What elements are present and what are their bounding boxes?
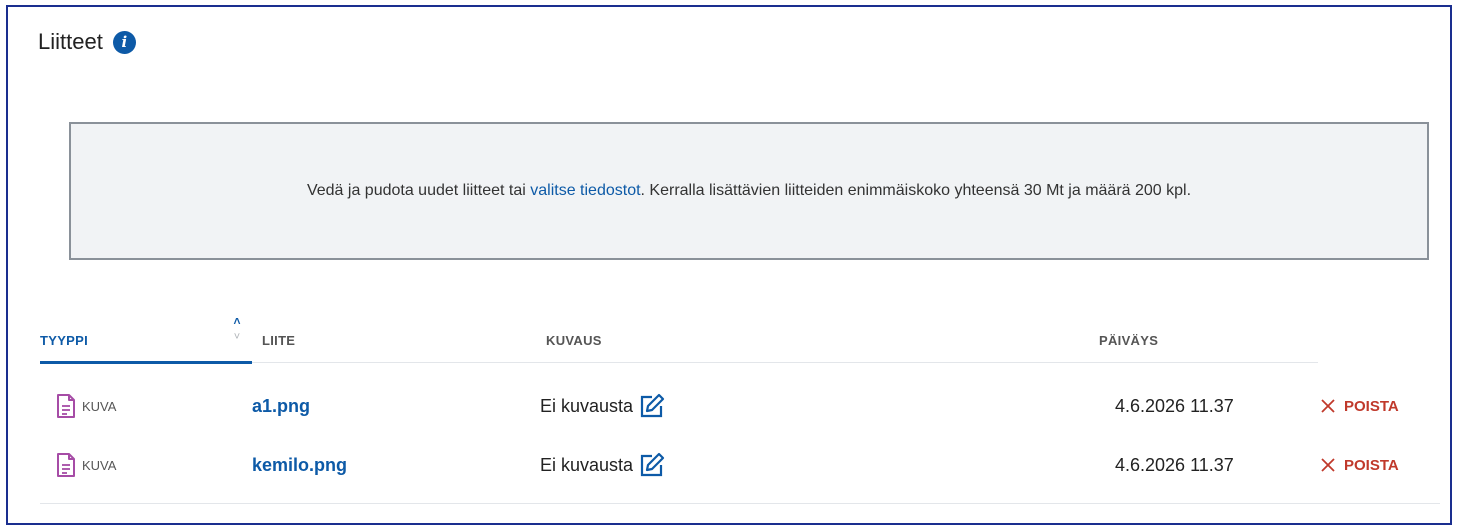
dropzone-text: Vedä ja pudota uudet liitteet tai valits… [307,182,1191,200]
remove-label: POISTA [1344,456,1399,474]
file-dropzone[interactable]: Vedä ja pudota uudet liitteet tai valits… [69,122,1429,260]
type-label: KUVA [82,457,117,473]
close-icon [1321,399,1335,413]
section-header: Liitteet i [38,29,136,55]
edit-icon[interactable] [639,393,665,419]
close-icon [1321,458,1335,472]
type-label: KUVA [82,398,117,414]
description-text: Ei kuvausta [540,395,634,416]
description-cell: Ei kuvausta [540,436,665,494]
type-cell: KUVA [56,436,116,494]
sort-descending-icon: ˅ [233,331,241,343]
dropzone-text-after: . Kerralla lisättävien liitteiden enimmä… [640,182,1192,199]
date-cell: 4.6.2026 11.37 [1115,454,1234,475]
edit-icon[interactable] [639,452,665,478]
table-row: KUVA a1.png Ei kuvausta 4.6.2026 11.37 P… [8,377,1454,435]
document-icon [57,394,75,418]
sort-indicator[interactable]: ˄ ˅ [230,313,244,345]
description-text: Ei kuvausta [540,454,634,475]
active-sort-underline [40,361,252,364]
info-icon[interactable]: i [112,30,136,54]
column-header-attachment[interactable]: LIITE [262,333,295,348]
attachment-link[interactable]: kemilo.png [252,436,347,494]
attachment-link[interactable]: a1.png [252,377,310,435]
document-icon [57,453,75,477]
remove-button[interactable]: POISTA [1320,377,1399,435]
section-title: Liitteet [38,29,103,54]
remove-label: POISTA [1344,397,1399,415]
table-bottom-divider [40,503,1440,504]
column-header-date[interactable]: PÄIVÄYS [1099,333,1158,348]
description-cell: Ei kuvausta [540,377,665,435]
column-header-type[interactable]: TYYPPI [40,333,88,348]
remove-button[interactable]: POISTA [1320,436,1399,494]
column-header-description[interactable]: KUVAUS [546,333,602,348]
dropzone-text-before: Vedä ja pudota uudet liitteet tai [306,182,531,199]
sort-ascending-icon: ˄ [233,314,241,328]
date-cell: 4.6.2026 11.37 [1115,395,1234,416]
attachments-panel: Liitteet i Vedä ja pudota uudet liitteet… [6,5,1452,525]
type-cell: KUVA [56,377,116,435]
table-row: KUVA kemilo.png Ei kuvausta 4.6.2026 11.… [8,436,1454,494]
select-files-link[interactable]: valitse tiedostot [530,182,640,199]
